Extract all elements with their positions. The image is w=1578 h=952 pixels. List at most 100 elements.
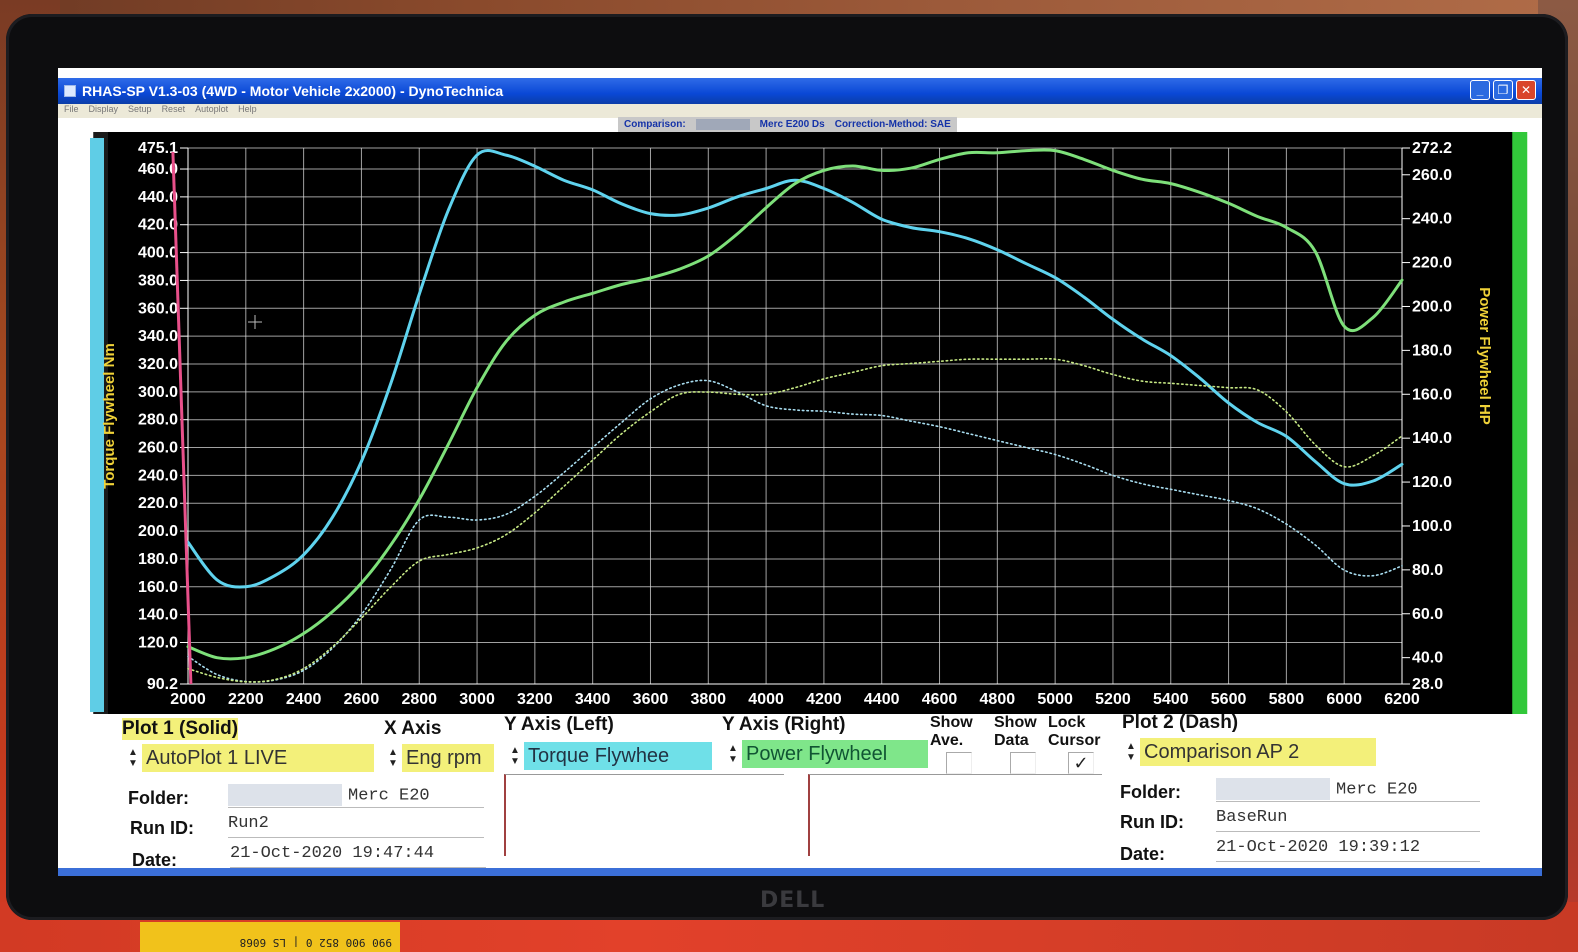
window-titlebar[interactable]: RHAS-SP V1.3-03 (4WD - Motor Vehicle 2x2… <box>58 78 1542 104</box>
y-right-tick-label: 272.2 <box>1412 140 1452 157</box>
x-tick-label: 2400 <box>286 691 322 708</box>
y-right-axis-title: Power Flywheel HP <box>1476 287 1493 425</box>
y-left-tick-label: 420.0 <box>138 217 178 234</box>
desk-sticker: 990 900 852 0 | LS 6068 <box>140 922 400 952</box>
plot2-date-label: Date: <box>1120 844 1166 864</box>
plot1-notes-box[interactable] <box>504 774 784 856</box>
y-axis-left-select[interactable]: Torque Flywhee <box>524 742 712 770</box>
menu-help[interactable]: Help <box>238 104 257 118</box>
redacted-field <box>695 119 750 130</box>
y-left-tick-label: 240.0 <box>138 467 178 484</box>
show-data-label-1: Show <box>994 714 1037 731</box>
menubar: File Display Setup Reset Autoplot Help <box>58 104 1542 118</box>
x-tick-label: 3000 <box>459 691 495 708</box>
x-tick-label: 5200 <box>1095 691 1131 708</box>
show-ave-checkbox[interactable] <box>946 752 972 774</box>
menu-file[interactable]: File <box>64 104 79 118</box>
y-axis-right-title: Y Axis (Right) <box>722 714 846 735</box>
plot2-power-line <box>187 357 1403 683</box>
y-right-tick-label: 180.0 <box>1412 342 1452 359</box>
plot2-notes-box[interactable] <box>808 774 1102 856</box>
y-left-tick-label: 120.0 <box>138 635 178 652</box>
x-tick-label: 2000 <box>170 691 206 708</box>
plot2-spinner-icon[interactable]: ▲ ▼ <box>1124 738 1138 766</box>
plot2-title: Plot 2 (Dash) <box>1122 712 1239 733</box>
x-axis-select[interactable]: Eng rpm <box>402 744 494 772</box>
menu-reset[interactable]: Reset <box>162 104 186 118</box>
y-left-tick-label: 140.0 <box>138 607 178 624</box>
lock-cursor-label-1: Lock <box>1048 714 1086 731</box>
comparison-infobar: Comparison: Merc E200 Ds Correction-Meth… <box>618 117 957 132</box>
x-axis-title: X Axis <box>384 718 442 739</box>
screen: RHAS-SP V1.3-03 (4WD - Motor Vehicle 2x2… <box>58 68 1542 876</box>
redacted-field <box>228 784 342 806</box>
y-right-tick-label: 80.0 <box>1412 562 1443 579</box>
y-left-tick-label: 400.0 <box>138 245 178 262</box>
x-tick-label: 6200 <box>1384 691 1420 708</box>
plot1-torque-line <box>186 149 1404 589</box>
x-tick-label: 3200 <box>517 691 553 708</box>
plot2-folder-value: Merc E20 <box>1216 778 1480 802</box>
y-left-axis-title: Torque Flywheel Nm <box>101 343 118 489</box>
y-right-tick-label: 100.0 <box>1412 518 1452 535</box>
y-left-tick-label: 340.0 <box>138 328 178 345</box>
y-left-spinner-icon[interactable]: ▲ ▼ <box>508 742 522 770</box>
x-tick-label: 2600 <box>344 691 380 708</box>
y-left-tick-label: 200.0 <box>138 523 178 540</box>
plot1-folder-value: Merc E20 <box>228 784 484 808</box>
x-tick-label: 5000 <box>1037 691 1073 708</box>
redacted-field <box>1216 778 1330 800</box>
plot1-spinner-icon[interactable]: ▲ ▼ <box>126 744 140 772</box>
y-left-tick-label: 260.0 <box>138 440 178 457</box>
y-left-tick-label: 220.0 <box>138 495 178 512</box>
lock-cursor-checkbox[interactable]: ✓ <box>1068 752 1094 774</box>
x-axis-spinner-icon[interactable]: ▲ ▼ <box>386 744 400 772</box>
x-tick-label: 2200 <box>228 691 264 708</box>
y-axis-left-title: Y Axis (Left) <box>504 714 614 735</box>
menu-display[interactable]: Display <box>89 104 119 118</box>
menu-setup[interactable]: Setup <box>128 104 152 118</box>
restore-icon[interactable]: ❐ <box>1493 80 1513 100</box>
x-tick-label: 4200 <box>806 691 842 708</box>
y-right-tick-label: 160.0 <box>1412 386 1452 403</box>
plot2-runid-value: BaseRun <box>1216 808 1480 832</box>
control-panel: Plot 1 (Solid) X Axis Y Axis (Left) Y Ax… <box>58 712 1542 876</box>
y-right-tick-label: 120.0 <box>1412 474 1452 491</box>
comparison-vehicle: Merc E200 Ds <box>759 119 825 130</box>
plot2-folder-label: Folder: <box>1120 782 1181 802</box>
plot2-select[interactable]: Comparison AP 2 <box>1140 738 1376 766</box>
plot1-title: Plot 1 (Solid) <box>122 718 239 740</box>
dyno-chart[interactable]: 2000 2200 2400 2600 2800 3000 3200 3400 3600 3800… <box>58 132 1542 714</box>
y-left-tick-label: 380.0 <box>138 272 178 289</box>
app-icon <box>64 85 76 97</box>
plot1-date-value: 21-Oct-2020 19:47:44 <box>230 844 486 868</box>
screen-bottom-edge <box>58 868 1542 876</box>
close-icon[interactable]: ✕ <box>1516 80 1536 100</box>
window-title: RHAS-SP V1.3-03 (4WD - Motor Vehicle 2x2… <box>82 83 504 99</box>
y-right-tick-label: 240.0 <box>1412 211 1452 228</box>
show-data-label-2: Data <box>994 732 1029 749</box>
y-right-tick-label: 28.0 <box>1412 676 1443 693</box>
y-left-tick-label: 320.0 <box>138 356 178 373</box>
menu-autoplot[interactable]: Autoplot <box>195 104 228 118</box>
lock-cursor-label-2: Cursor <box>1048 732 1101 749</box>
minimize-icon[interactable]: _ <box>1470 80 1490 100</box>
monitor-brand-logo: DELL <box>760 888 826 913</box>
x-tick-label: 5400 <box>1153 691 1189 708</box>
y-right-tick-label: 60.0 <box>1412 606 1443 623</box>
x-tick-label: 5600 <box>1211 691 1247 708</box>
y-axis-right-select[interactable]: Power Flywheel <box>742 740 928 768</box>
x-tick-label: 2800 <box>401 691 437 708</box>
plot2-date-value: 21-Oct-2020 19:39:12 <box>1216 838 1480 862</box>
plot1-power-line <box>186 148 1404 661</box>
plot1-runid-value: Run2 <box>228 814 484 838</box>
plot1-select[interactable]: AutoPlot 1 LIVE <box>142 744 374 772</box>
x-tick-label: 4800 <box>980 691 1016 708</box>
y-left-tick-label: 440.0 <box>138 189 178 206</box>
y-right-spinner-icon[interactable]: ▲ ▼ <box>726 740 740 768</box>
y-left-tick-label: 180.0 <box>138 551 178 568</box>
x-tick-label: 4000 <box>748 691 784 708</box>
show-data-checkbox[interactable] <box>1010 752 1036 774</box>
y-left-tick-label: 300.0 <box>138 384 178 401</box>
x-tick-label: 6000 <box>1326 691 1362 708</box>
